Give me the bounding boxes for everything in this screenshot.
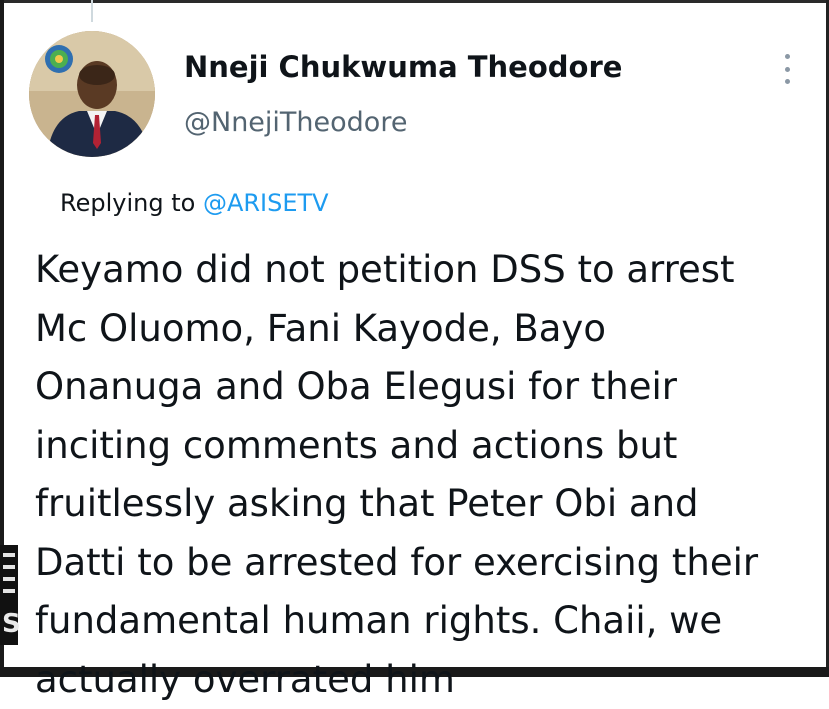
display-name[interactable]: Nneji Chukwuma Theodore: [184, 50, 622, 84]
replying-prefix: Replying to: [60, 189, 196, 217]
logo-letter: S: [2, 609, 21, 639]
logo-bar: [3, 589, 15, 593]
logo-bar: [3, 565, 15, 569]
more-dot: [784, 79, 790, 84]
user-handle[interactable]: @NnejiTheodore: [184, 107, 407, 138]
more-dot: [784, 54, 790, 59]
logo-bar: [3, 553, 15, 557]
logo-bar: [3, 577, 15, 581]
tweet-body-text: Keyamo did not petition DSS to arrest Mc…: [35, 248, 759, 701]
thread-connector-line: [91, 0, 93, 22]
more-options-icon[interactable]: [777, 52, 797, 86]
avatar[interactable]: [29, 31, 155, 157]
replying-to-line: Replying to @ARISETV: [60, 189, 329, 217]
avatar-photo-icon: [29, 31, 155, 157]
screen-border-top: [0, 0, 829, 3]
reply-mention-link[interactable]: @ARISETV: [203, 189, 329, 217]
side-tv-logo-fragment: S: [0, 545, 21, 645]
more-dot: [784, 66, 790, 72]
